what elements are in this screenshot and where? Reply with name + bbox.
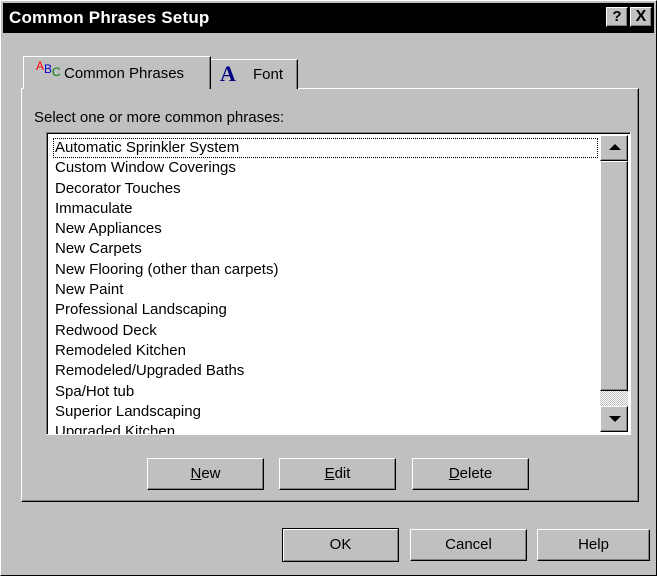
scroll-up-button[interactable] <box>600 135 628 161</box>
phrases-list: Automatic Sprinkler System Custom Window… <box>53 138 598 434</box>
arrow-up-icon <box>609 144 621 150</box>
new-button-label: ew <box>201 465 221 482</box>
tab-common-phrases[interactable]: ABC Common Phrases <box>23 56 211 89</box>
list-item[interactable]: New Carpets <box>53 239 598 259</box>
help-button[interactable]: Help <box>537 529 650 561</box>
phrases-listbox[interactable]: Automatic Sprinkler System Custom Window… <box>46 132 631 435</box>
window-title: Common Phrases Setup <box>9 8 210 27</box>
list-item[interactable]: Redwood Deck <box>53 321 598 341</box>
list-item[interactable]: New Flooring (other than carpets) <box>53 260 598 280</box>
list-item[interactable]: Upgraded Kitchen <box>53 422 598 434</box>
ok-button[interactable]: OK <box>282 528 399 562</box>
list-item[interactable]: New Appliances <box>53 219 598 239</box>
phrases-prompt: Select one or more common phrases: <box>34 109 285 126</box>
vertical-scrollbar[interactable] <box>600 135 628 432</box>
arrow-down-icon <box>609 416 621 422</box>
scroll-down-button[interactable] <box>600 406 628 432</box>
list-item[interactable]: Superior Landscaping <box>53 402 598 422</box>
help-icon[interactable]: ? <box>606 7 628 27</box>
close-icon[interactable]: X <box>630 7 652 27</box>
list-item[interactable]: Custom Window Coverings <box>53 158 598 178</box>
abc-text-icon: ABC <box>36 59 61 79</box>
list-item[interactable]: Immaculate <box>53 199 598 219</box>
list-item[interactable]: Spa/Hot tub <box>53 382 598 402</box>
edit-button-label: dit <box>334 465 351 482</box>
tab-font[interactable]: A Font <box>210 59 298 89</box>
dialog-window: Common Phrases Setup ? X ABC Common Phra… <box>0 0 657 576</box>
new-button-accel: N <box>190 465 202 482</box>
font-a-icon: A <box>220 61 236 86</box>
delete-button-accel: D <box>448 465 460 482</box>
edit-button-accel: E <box>324 465 335 482</box>
delete-button-label: elete <box>459 465 493 482</box>
edit-button[interactable]: Edit <box>279 458 396 490</box>
list-item[interactable]: New Paint <box>53 280 598 300</box>
new-button[interactable]: New <box>147 458 264 490</box>
delete-button[interactable]: Delete <box>412 458 529 490</box>
tab-font-label: Font <box>253 66 284 83</box>
scrollbar-thumb[interactable] <box>600 161 628 391</box>
cancel-button[interactable]: Cancel <box>410 529 527 561</box>
list-item[interactable]: Decorator Touches <box>53 179 598 199</box>
list-item[interactable]: Automatic Sprinkler System <box>53 138 598 159</box>
tab-common-phrases-label: Common Phrases <box>64 65 185 82</box>
list-item[interactable]: Professional Landscaping <box>53 300 598 320</box>
list-item[interactable]: Remodeled Kitchen <box>53 341 598 361</box>
list-item[interactable]: Remodeled/Upgraded Baths <box>53 361 598 381</box>
title-bar[interactable]: Common Phrases Setup ? X <box>3 3 654 33</box>
